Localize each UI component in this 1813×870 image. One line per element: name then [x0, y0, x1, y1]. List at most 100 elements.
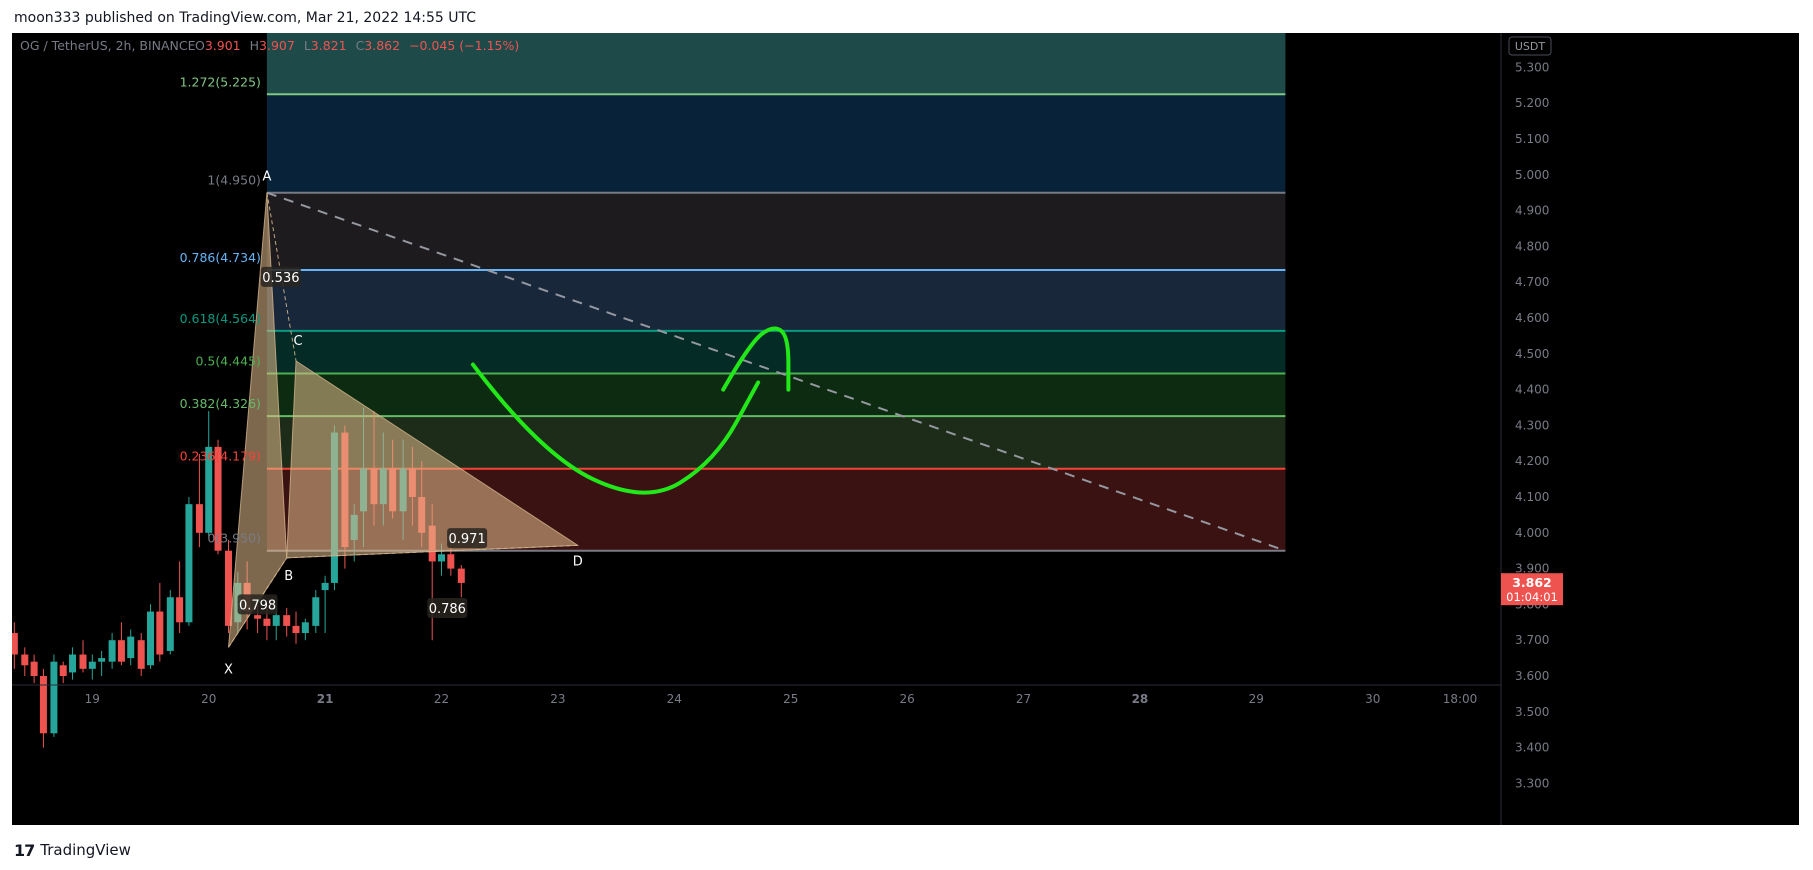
fib-band-1: [266, 94, 1286, 193]
fib-ratio: 0.618: [180, 311, 216, 326]
legend-ohlc: O3.901 H3.907 L3.821 C3.862 −0.045 (−1.1…: [195, 38, 519, 53]
pattern-point-A: A: [262, 170, 271, 185]
candle-body: [254, 615, 262, 619]
price-tick: 3.400: [1515, 741, 1549, 755]
price-tick: 3.600: [1515, 669, 1549, 683]
candle-body: [457, 568, 465, 583]
candle-body: [30, 661, 38, 676]
legend-symbol: OG / TetherUS, 2h, BINANCE: [20, 38, 196, 53]
publisher-line: moon333 published on TradingView.com, Ma…: [14, 10, 477, 26]
candle-body: [195, 504, 203, 533]
candle-body: [127, 636, 135, 659]
price-tick: 5.300: [1515, 60, 1549, 74]
candle-body: [137, 640, 145, 669]
time-tick: 20: [201, 692, 216, 706]
time-tick: 27: [1016, 692, 1031, 706]
candle-body: [166, 597, 174, 651]
candle-body: [50, 661, 58, 734]
candle-body: [185, 504, 193, 623]
candle-body: [147, 611, 155, 666]
time-tick: 19: [85, 692, 100, 706]
ratio-label-0.536: 0.536: [262, 271, 299, 286]
candle-body: [283, 615, 291, 626]
price-tick: 4.000: [1515, 526, 1549, 540]
price-tick: 4.100: [1515, 490, 1549, 504]
last-price: 3.862: [1512, 575, 1552, 590]
fib-ratio: 0.382: [180, 396, 216, 411]
ohlc-legend: OG / TetherUS, 2h, BINANCE O3.901 H3.907…: [20, 38, 519, 53]
candle-body: [21, 654, 29, 666]
currency-badge-label: USDT: [1515, 40, 1546, 53]
price-tick: 3.300: [1515, 776, 1549, 790]
fib-label-0.5: 0.5(4.445): [195, 353, 260, 368]
tradingview-footer[interactable]: 17 TradingView: [14, 838, 131, 862]
fib-ratio: 1: [207, 173, 215, 188]
fib-price: (4.734): [215, 250, 261, 265]
fib-price: (3.950): [215, 531, 261, 546]
fib-price: (4.950): [215, 173, 261, 188]
pattern-point-X: X: [224, 662, 233, 677]
fib-band-0.5: [266, 330, 1286, 374]
pattern-point-B: B: [284, 569, 293, 584]
candle-body: [301, 622, 309, 634]
fib-label-0.236: 0.236(4.179): [180, 449, 261, 464]
ratio-label-0.786: 0.786: [429, 602, 466, 617]
time-tick: 30: [1365, 692, 1380, 706]
time-axis[interactable]: 19 20 21 22 23 24 25 26 27 28 29 30 18:00: [12, 684, 1501, 706]
time-tick: 24: [667, 692, 682, 706]
price-tick: 4.500: [1515, 347, 1549, 361]
fib-band-0.618: [266, 270, 1286, 331]
candle-body: [108, 640, 116, 662]
tradingview-brand: TradingView: [40, 841, 131, 859]
fib-price: (4.564): [215, 311, 261, 326]
fib-label-0.786: 0.786(4.734): [180, 250, 261, 265]
pattern-point-C: C: [293, 334, 302, 349]
fib-price: (4.326): [215, 396, 261, 411]
ratio-label-0.798: 0.798: [239, 598, 276, 613]
candle-body: [10, 633, 18, 655]
price-tick: 4.900: [1515, 204, 1549, 218]
time-tick: 29: [1249, 692, 1264, 706]
fib-ratio: 1.272: [180, 74, 216, 89]
price-tick: 5.100: [1515, 132, 1549, 146]
price-tick: 5.200: [1515, 96, 1549, 110]
candle-body: [79, 654, 87, 669]
fib-price: (5.225): [215, 74, 261, 89]
candle-body: [59, 665, 67, 676]
candle-body: [98, 658, 106, 662]
price-tick: 4.300: [1515, 418, 1549, 432]
candle-body: [438, 554, 446, 562]
currency-badge[interactable]: USDT: [1508, 36, 1552, 56]
candle-body: [117, 640, 125, 662]
candle-body: [272, 615, 280, 626]
fib-label-0: 0(3.950): [207, 531, 261, 546]
fib-ratio: 0.236: [180, 449, 216, 464]
candle-body: [88, 661, 96, 669]
price-tick: 3.700: [1515, 633, 1549, 647]
price-axis[interactable]: 3.3003.4003.5003.6003.7003.8003.9004.000…: [1500, 33, 1799, 825]
fib-ratio: 0: [207, 531, 215, 546]
candle-body: [312, 597, 320, 626]
price-tick: 4.700: [1515, 275, 1549, 289]
fib-price: (4.445): [215, 353, 261, 368]
ratio-label-0.971: 0.971: [449, 532, 486, 547]
tradingview-logo-icon: 17: [14, 840, 35, 860]
time-tick: 26: [899, 692, 914, 706]
fib-price: (4.179): [215, 449, 261, 464]
time-tick: 21: [317, 692, 334, 706]
fib-band-0.382: [266, 373, 1286, 417]
price-tick: 4.800: [1515, 239, 1549, 253]
candle-body: [69, 654, 77, 673]
price-tick: 4.200: [1515, 454, 1549, 468]
pattern-point-D: D: [573, 554, 583, 569]
fib-label-0.618: 0.618(4.564): [180, 311, 261, 326]
time-tick: 22: [434, 692, 449, 706]
price-tick: 5.000: [1515, 168, 1549, 182]
candle-body: [156, 611, 164, 655]
fib-label-1: 1(4.950): [207, 173, 261, 188]
chart-svg[interactable]: XABCD0.7980.5360.9710.786 1.272(5.225)1(…: [10, 33, 1799, 825]
fib-label-0.382: 0.382(4.326): [180, 396, 261, 411]
fib-ratio: 0.5: [195, 353, 215, 368]
candle-body: [447, 554, 455, 569]
chart-area[interactable]: X A B C D 0.798 0.536 0.971 0.786 1.272(5.225) 1(…: [10, 33, 1799, 825]
